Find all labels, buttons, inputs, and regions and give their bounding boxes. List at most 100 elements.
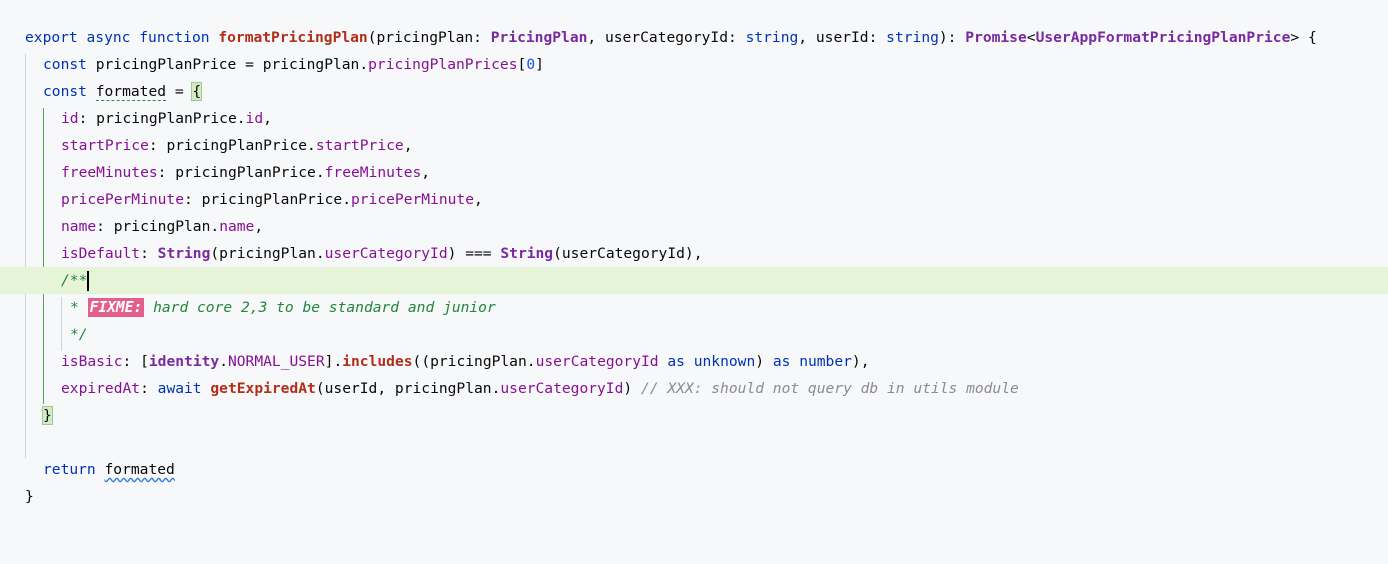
method-includes[interactable]: includes bbox=[342, 353, 412, 370]
identifier[interactable]: userCategoryId bbox=[562, 245, 685, 262]
paren: ( bbox=[210, 245, 220, 262]
type-pricing-plan[interactable]: PricingPlan bbox=[491, 29, 588, 46]
doc-comment-star: * bbox=[70, 299, 88, 316]
object-key[interactable]: startPrice bbox=[61, 137, 149, 154]
property[interactable]: freeMinutes bbox=[325, 164, 422, 181]
variable-formated-warning[interactable]: formated bbox=[105, 461, 175, 478]
keyword-function: function bbox=[139, 29, 210, 46]
code-line-10-current[interactable]: /** bbox=[0, 267, 1388, 294]
code-line-8[interactable]: name: pricingPlan.name, bbox=[0, 213, 1388, 240]
property[interactable]: pricePerMinute bbox=[351, 191, 474, 208]
text-caret bbox=[87, 271, 90, 291]
identifier[interactable]: pricingPlanPrice bbox=[175, 164, 316, 181]
code-line-1[interactable]: export async function formatPricingPlan(… bbox=[0, 24, 1388, 51]
type-return-inner[interactable]: UserAppFormatPricingPlanPrice bbox=[1036, 29, 1291, 46]
operator: === bbox=[456, 245, 501, 262]
code-line-18[interactable]: } bbox=[0, 483, 1388, 510]
param-user-category-id[interactable]: userCategoryId bbox=[605, 29, 728, 46]
number-literal: 0 bbox=[526, 56, 536, 73]
dot: . bbox=[359, 56, 369, 73]
code-editor[interactable]: export async function formatPricingPlan(… bbox=[0, 0, 1388, 516]
colon: : bbox=[868, 29, 887, 46]
code-line-3[interactable]: const formated = { bbox=[0, 78, 1388, 105]
dot: . bbox=[342, 191, 351, 208]
function-name[interactable]: formatPricingPlan bbox=[218, 29, 367, 46]
paren: ( bbox=[315, 380, 325, 397]
code-line-12[interactable]: */ bbox=[0, 321, 1388, 348]
keyword-as: as bbox=[658, 353, 694, 370]
builtin-string[interactable]: String bbox=[158, 245, 211, 262]
angle-open: < bbox=[1026, 29, 1036, 46]
paren: ) bbox=[755, 353, 773, 370]
keyword-await: await bbox=[157, 380, 202, 397]
param-user-id[interactable]: userId bbox=[816, 29, 869, 46]
paren: ): bbox=[938, 29, 966, 46]
identifier[interactable]: pricingPlan bbox=[395, 380, 492, 397]
code-line-13[interactable]: isBasic: [identity.NORMAL_USER].includes… bbox=[0, 348, 1388, 375]
property[interactable]: name bbox=[219, 218, 254, 235]
dot: . bbox=[236, 110, 246, 127]
code-line-2[interactable]: const pricingPlanPrice = pricingPlan.pri… bbox=[0, 51, 1388, 78]
identifier[interactable]: pricingPlanPrice bbox=[166, 137, 307, 154]
code-line-9[interactable]: isDefault: String(pricingPlan.userCatego… bbox=[0, 240, 1388, 267]
code-line-17[interactable]: return formated bbox=[0, 456, 1388, 483]
code-line-6[interactable]: freeMinutes: pricingPlanPrice.freeMinute… bbox=[0, 159, 1388, 186]
dot: . bbox=[333, 353, 343, 370]
param-pricing-plan[interactable]: pricingPlan bbox=[377, 29, 474, 46]
object-key[interactable]: name bbox=[61, 218, 96, 235]
property[interactable]: userCategoryId bbox=[500, 380, 623, 397]
bracket: [ bbox=[140, 353, 149, 370]
colon: : bbox=[157, 164, 176, 181]
variable-formated[interactable]: formated bbox=[95, 83, 167, 101]
identifier[interactable]: pricingPlan bbox=[219, 245, 316, 262]
type-unknown: unknown bbox=[693, 353, 756, 370]
function-call-get-expired-at[interactable]: getExpiredAt bbox=[210, 380, 315, 397]
variable-pricing-plan-price[interactable]: pricingPlanPrice bbox=[96, 56, 237, 73]
comma: , bbox=[587, 29, 605, 46]
code-line-11[interactable]: * FIXME: hard core 2,3 to be standard an… bbox=[0, 294, 1388, 321]
identifier[interactable]: pricingPlan bbox=[114, 218, 211, 235]
builtin-string[interactable]: String bbox=[500, 245, 553, 262]
dot: . bbox=[219, 353, 228, 370]
identifier[interactable]: pricingPlanPrice bbox=[202, 191, 343, 208]
keyword-return: return bbox=[43, 461, 96, 478]
object-key[interactable]: freeMinutes bbox=[61, 164, 158, 181]
code-line-15[interactable]: } bbox=[0, 402, 1388, 429]
code-line-5[interactable]: startPrice: pricingPlanPrice.startPrice, bbox=[0, 132, 1388, 159]
paren: ( bbox=[553, 245, 562, 262]
code-line-4[interactable]: id: pricingPlanPrice.id, bbox=[0, 105, 1388, 132]
doc-comment-text: hard core 2,3 to be standard and junior bbox=[144, 299, 496, 316]
code-line-14[interactable]: expiredAt: await getExpiredAt(userId, pr… bbox=[0, 375, 1388, 402]
identifier[interactable]: userId bbox=[325, 380, 378, 397]
identifier[interactable]: pricingPlanPrice bbox=[96, 110, 237, 127]
colon: : bbox=[122, 353, 141, 370]
operator: = bbox=[166, 83, 193, 100]
angle-close-brace: > { bbox=[1290, 29, 1317, 46]
object-key[interactable]: pricePerMinute bbox=[61, 191, 184, 208]
code-line-7[interactable]: pricePerMinute: pricingPlanPrice.pricePe… bbox=[0, 186, 1388, 213]
brace-close: } bbox=[25, 488, 34, 505]
paren: ) bbox=[623, 380, 633, 397]
identifier-identity[interactable]: identity bbox=[149, 353, 219, 370]
object-key[interactable]: id bbox=[61, 110, 79, 127]
comma: , bbox=[403, 137, 413, 154]
property[interactable]: userCategoryId bbox=[536, 353, 659, 370]
object-key[interactable]: expiredAt bbox=[61, 380, 140, 397]
property[interactable]: id bbox=[246, 110, 264, 127]
object-key[interactable]: isBasic bbox=[61, 353, 123, 370]
operator: = bbox=[236, 56, 263, 73]
code-line-16-empty[interactable] bbox=[0, 429, 1388, 456]
identifier[interactable]: pricingPlan bbox=[430, 353, 527, 370]
colon: : bbox=[148, 137, 167, 154]
line-comment: // XXX: should not query db in utils mod… bbox=[640, 380, 1019, 397]
property[interactable]: startPrice bbox=[316, 137, 404, 154]
property[interactable]: pricingPlanPrices bbox=[368, 56, 517, 73]
identifier[interactable]: pricingPlan bbox=[263, 56, 360, 73]
colon: : bbox=[96, 218, 114, 235]
constant[interactable]: NORMAL_USER bbox=[228, 353, 325, 370]
object-key[interactable]: isDefault bbox=[61, 245, 140, 262]
type-promise[interactable]: Promise bbox=[965, 29, 1027, 46]
keyword-export: export bbox=[25, 29, 78, 46]
colon: : bbox=[140, 245, 158, 262]
property[interactable]: userCategoryId bbox=[325, 245, 448, 262]
